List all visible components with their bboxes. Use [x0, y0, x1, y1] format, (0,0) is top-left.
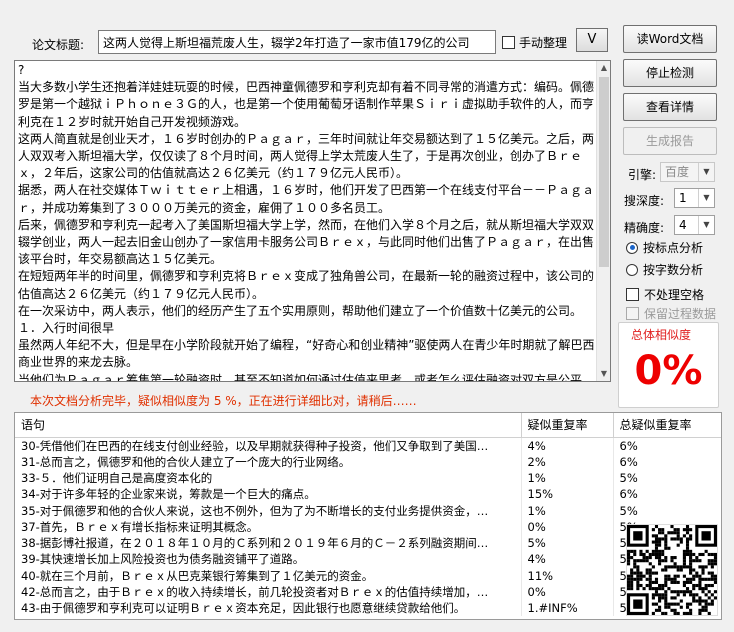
table-row[interactable]: 31-总而言之，佩德罗和他的合伙人建立了一个庞大的行业网络。 2% 6% — [15, 453, 721, 470]
view-details-button[interactable]: 查看详情 — [623, 93, 717, 121]
similarity-title: 总体相似度 — [629, 326, 694, 343]
search-depth-select[interactable]: 1 ▼ — [674, 188, 715, 208]
chevron-down-icon[interactable]: ▼ — [698, 216, 714, 234]
cell-suspect-rate: 1% — [521, 469, 614, 487]
cell-suspect-rate: 1% — [521, 502, 614, 519]
scroll-thumb[interactable] — [599, 77, 609, 267]
table-row[interactable]: 34-对于许多年轻的企业家来说，筹款是一个巨大的痛点。 15% 6% — [15, 486, 721, 503]
radio-label: 按标点分析 — [643, 241, 704, 255]
status-message: 本次文档分析完毕，疑似相似度为 5 %，正在进行详细比对，请稍后…… — [30, 394, 417, 408]
cell-total-rate: 5% — [613, 469, 721, 487]
main-window: 论文标题: 这两人觉得上斯坦福荒废人生，辍学2年打造了一家市值179亿的公司 手… — [0, 0, 734, 632]
cell-sentence: 30-凭借他们在巴西的在线支付创业经验，以及早期就获得种子投资，他们又争取到了美… — [15, 437, 522, 454]
checkbox-box[interactable] — [626, 288, 639, 301]
document-text: ? 当大多数小学生还抱着洋娃娃玩耍的时候，巴西神童佩德罗和亨利克却有着不同寻常的… — [18, 63, 595, 382]
table-row[interactable]: 40-就在三个月前，Ｂｒｅｘ从巴克莱银行筹集到了１亿美元的资金。11%5% — [15, 567, 721, 584]
dropdown-v-button[interactable]: V — [576, 28, 608, 52]
cell-suspect-rate: 2% — [521, 453, 614, 470]
cell-sentence: 38-据彭博社报道，在２０１８年１０月的Ｃ系列和２０１９年６月的Ｃ－２系列融资期… — [15, 534, 522, 552]
cell-total-rate: 6% — [613, 486, 721, 503]
col-header-suspect-rate[interactable]: 疑似重复率 — [521, 413, 614, 438]
cell-sentence: 31-总而言之，佩德罗和他的合伙人建立了一个庞大的行业网络。 — [15, 453, 522, 470]
read-word-button[interactable]: 读Word文档 — [623, 25, 717, 53]
stop-detect-button[interactable]: 停止检测 — [623, 59, 717, 87]
paper-title-label: 论文标题: — [32, 38, 85, 52]
cell-sentence: 42-总而言之，由于Ｂｒｅｘ的收入持续增长，前几轮投资者对Ｂｒｅｘ的估值持续增加… — [15, 583, 522, 601]
table-row[interactable]: 39-其快速增长加上风险投资也为债务融资铺平了道路。4%5% — [15, 551, 721, 568]
radio-indicator[interactable] — [626, 241, 638, 254]
similarity-panel: 总体相似度 0% — [618, 322, 719, 408]
manual-organize-checkbox[interactable]: 手动整理 — [502, 34, 567, 51]
cell-suspect-rate: 4% — [521, 437, 614, 454]
document-text-area[interactable]: ? 当大多数小学生还抱着洋娃娃玩耍的时候，巴西神童佩德罗和亨利克却有着不同寻常的… — [14, 60, 611, 382]
text-scrollbar[interactable]: ▲ ▼ — [596, 61, 610, 381]
checkbox-label: 保留过程数据 — [644, 307, 717, 321]
radio-label: 按字数分析 — [643, 263, 704, 277]
generate-report-button: 生成报告 — [623, 127, 717, 155]
cell-sentence: 33-５．他们证明自己是高度资本化的 — [15, 469, 522, 487]
table-row[interactable]: 30-凭借他们在巴西的在线支付创业经验，以及早期就获得种子投资，他们又争取到了美… — [15, 437, 721, 454]
keep-data-checkbox: 保留过程数据 — [626, 305, 716, 322]
radio-by-punctuation[interactable]: 按标点分析 — [626, 239, 703, 256]
radio-by-chars[interactable]: 按字数分析 — [626, 261, 703, 278]
table-row[interactable]: 42-总而言之，由于Ｂｒｅｘ的收入持续增长，前几轮投资者对Ｂｒｅｘ的估值持续增加… — [15, 583, 721, 601]
precision-value: 4 — [679, 218, 687, 232]
cell-sentence: 37-首先，Ｂｒｅｘ有增长指标来证明其概念。 — [15, 518, 522, 535]
chevron-down-icon: ▼ — [698, 163, 714, 181]
chevron-down-icon[interactable]: ▼ — [698, 189, 714, 207]
cell-total-rate: 6% — [613, 437, 721, 454]
cell-sentence: 40-就在三个月前，Ｂｒｅｘ从巴克莱银行筹集到了１亿美元的资金。 — [15, 567, 522, 584]
engine-select: 百度 ▼ — [660, 162, 715, 182]
table-row[interactable]: 37-首先，Ｂｒｅｘ有增长指标来证明其概念。0%5% — [15, 518, 721, 535]
cell-suspect-rate: 0% — [521, 518, 614, 535]
results-table[interactable]: 语句 疑似重复率 总疑似重复率 30-凭借他们在巴西的在线支付创业经验，以及早期… — [14, 412, 722, 620]
engine-value: 百度 — [665, 165, 690, 179]
engine-label: 引擎: — [628, 168, 657, 182]
scroll-down-icon[interactable]: ▼ — [597, 367, 610, 381]
cell-suspect-rate: 15% — [521, 486, 614, 503]
cell-sentence: 43-由于佩德罗和亨利克可以证明Ｂｒｅｘ资本充足，因此银行也愿意继续贷款给他们。 — [15, 600, 522, 617]
cell-sentence: 39-其快速增长加上风险投资也为债务融资铺平了道路。 — [15, 551, 522, 568]
no-space-checkbox[interactable]: 不处理空格 — [626, 286, 704, 303]
scroll-up-icon[interactable]: ▲ — [597, 61, 610, 75]
cell-total-rate: 5% — [613, 502, 721, 519]
table-row[interactable]: 43-由于佩德罗和亨利克可以证明Ｂｒｅｘ资本充足，因此银行也愿意继续贷款给他们。… — [15, 600, 721, 617]
cell-sentence: 35-对于佩德罗和他的合伙人来说，这也不例外，但为了为不断增长的支付业务提供资金… — [15, 502, 522, 519]
paper-title-input[interactable]: 这两人觉得上斯坦福荒废人生，辍学2年打造了一家市值179亿的公司 — [98, 30, 496, 54]
table-row[interactable]: 35-对于佩德罗和他的合伙人来说，这也不例外，但为了为不断增长的支付业务提供资金… — [15, 502, 721, 519]
search-depth-label: 搜深度: — [624, 194, 665, 208]
cell-suspect-rate: 0% — [521, 583, 614, 601]
similarity-value: 0% — [634, 348, 703, 394]
cell-suspect-rate: 5% — [521, 534, 614, 552]
precision-select[interactable]: 4 ▼ — [674, 215, 715, 235]
cell-sentence: 34-对于许多年轻的企业家来说，筹款是一个巨大的痛点。 — [15, 486, 522, 503]
cell-suspect-rate: 1.#INF% — [521, 600, 614, 617]
search-depth-value: 1 — [679, 191, 687, 205]
qr-code-image — [626, 524, 718, 616]
checkbox-box[interactable] — [502, 36, 515, 49]
checkbox-box — [626, 307, 639, 320]
table-row[interactable]: 38-据彭博社报道，在２０１８年１０月的Ｃ系列和２０１９年６月的Ｃ－２系列融资期… — [15, 534, 721, 552]
cell-suspect-rate: 11% — [521, 567, 614, 584]
table-row[interactable]: 33-５．他们证明自己是高度资本化的 1% 5% — [15, 469, 721, 487]
manual-organize-label: 手动整理 — [519, 36, 568, 50]
checkbox-label: 不处理空格 — [644, 288, 705, 302]
cell-suspect-rate: 4% — [521, 551, 614, 568]
col-header-sentence[interactable]: 语句 — [15, 413, 522, 438]
col-header-total-rate[interactable]: 总疑似重复率 — [613, 413, 721, 438]
radio-indicator[interactable] — [626, 263, 638, 276]
cell-total-rate: 6% — [613, 453, 721, 470]
table-header-row: 语句 疑似重复率 总疑似重复率 — [15, 413, 721, 438]
precision-label: 精确度: — [624, 221, 665, 235]
